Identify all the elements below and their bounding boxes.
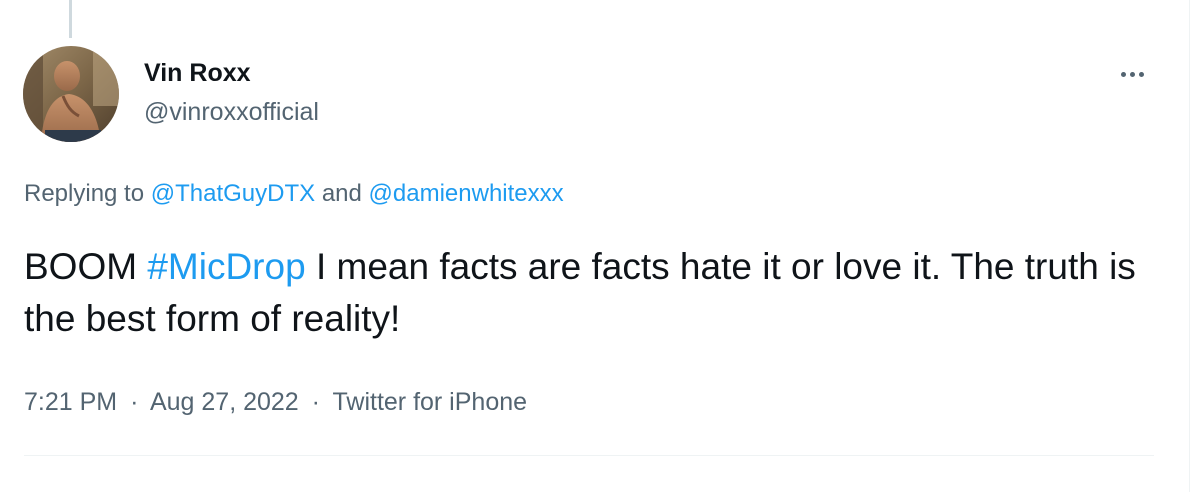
tweet-text-start: BOOM (24, 246, 138, 287)
timeline-border (1189, 0, 1190, 492)
mention-link-1[interactable]: @ThatGuyDTX (151, 180, 315, 207)
author-display-name[interactable]: Vin Roxx (144, 58, 251, 88)
meta-separator: · (130, 388, 139, 416)
tweet-source: Twitter for iPhone (332, 388, 528, 416)
meta-separator: · (311, 388, 320, 416)
profile-photo-icon (23, 46, 119, 142)
more-horizontal-icon-dot (1129, 71, 1135, 77)
author-handle[interactable]: @vinroxxofficial (144, 97, 319, 127)
thread-connector-line (69, 0, 72, 38)
divider (24, 455, 1154, 456)
tweet-metadata: 7:21 PM · Aug 27, 2022 · Twitter for iPh… (24, 386, 527, 418)
hashtag-link[interactable]: #MicDrop (147, 246, 305, 287)
avatar[interactable] (23, 46, 119, 142)
tweet-date[interactable]: Aug 27, 2022 (150, 388, 299, 416)
replying-conjunction: and (321, 180, 362, 207)
more-options-button[interactable] (1110, 58, 1154, 90)
replying-to-line: Replying to @ThatGuyDTX and @damienwhite… (24, 179, 564, 209)
mention-link-2[interactable]: @damienwhitexxx (369, 180, 564, 207)
replying-prefix: Replying to (24, 180, 145, 207)
more-horizontal-icon (1120, 71, 1126, 77)
tweet-text: BOOM #MicDrop I mean facts are facts hat… (24, 241, 1164, 345)
tweet-time[interactable]: 7:21 PM (24, 388, 117, 416)
more-horizontal-icon-dot (1138, 71, 1144, 77)
